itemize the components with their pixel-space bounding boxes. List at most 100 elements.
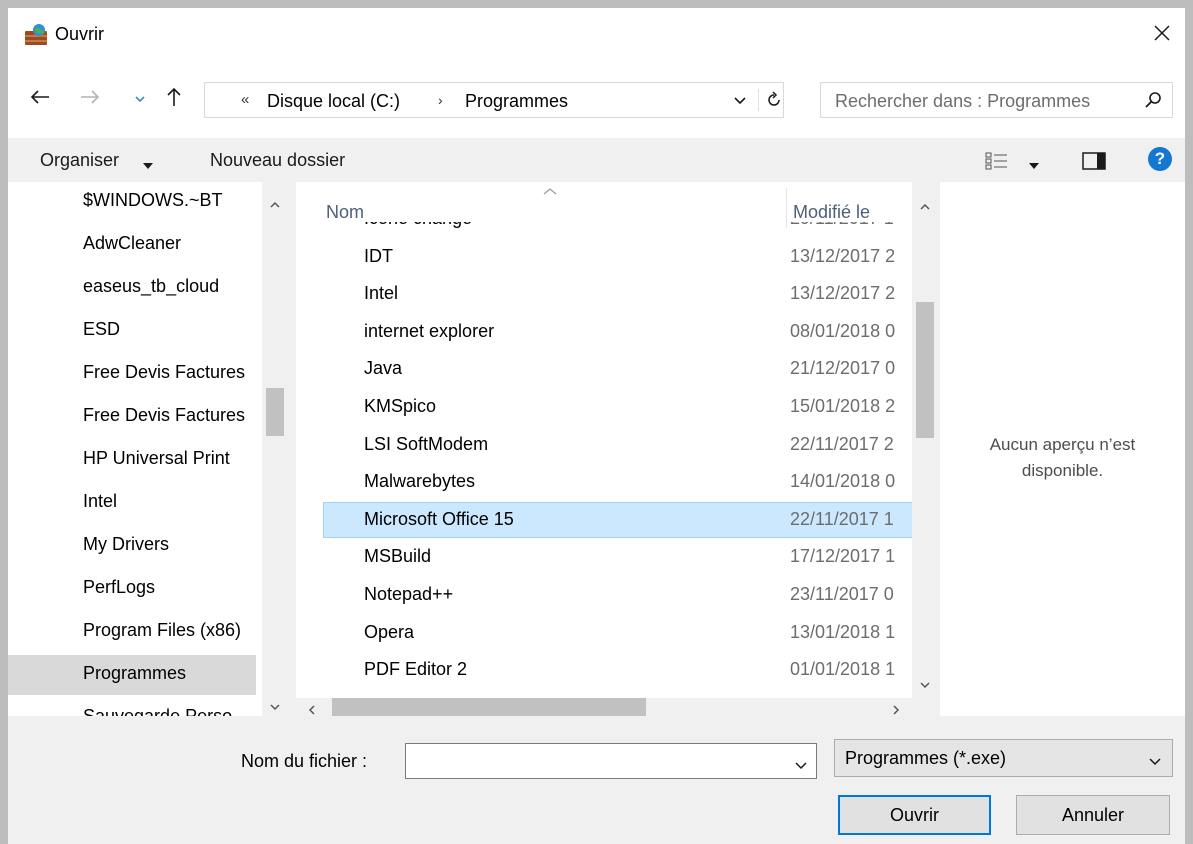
file-name-input[interactable] (405, 743, 817, 779)
recent-dropdown-icon (135, 90, 145, 108)
organise-button[interactable]: Organiser (40, 150, 119, 171)
chevron-down-icon[interactable] (733, 93, 747, 111)
forward-button[interactable] (76, 84, 104, 114)
address-bar[interactable]: « Disque local (C:) › Programmes (204, 82, 784, 118)
navigation-scrollbar[interactable] (262, 182, 288, 716)
file-name: Microsoft Office 15 (364, 508, 514, 529)
breadcrumb-separator[interactable]: › (438, 92, 443, 108)
navigation-scrollbar-thumb[interactable] (266, 388, 284, 436)
file-modified-date: 21/12/2017 0 (790, 358, 896, 379)
nav-item[interactable]: $WINDOWS.~BT (8, 182, 256, 222)
chevron-down-icon[interactable] (794, 758, 808, 776)
refresh-icon[interactable] (765, 91, 783, 114)
title-bar: Ouvrir (8, 8, 1185, 62)
file-list-horizontal-scrollbar-thumb[interactable] (332, 698, 646, 716)
open-file-dialog: Ouvrir « Disque local (C:) › Programmes … (8, 8, 1185, 844)
sort-ascending-icon (542, 182, 558, 200)
file-row[interactable]: IDT 13/12/2017 2 (323, 239, 912, 275)
file-row[interactable]: Icone change 29/11/2017 1 (323, 222, 912, 237)
nav-item[interactable]: Programmes (8, 655, 256, 695)
nav-item[interactable]: AdwCleaner (8, 225, 256, 265)
nav-item[interactable]: HP Universal Print (8, 440, 256, 480)
scroll-up-icon[interactable] (270, 196, 280, 214)
file-row[interactable]: PDF Editor 2 01/01/2018 1 (323, 652, 912, 688)
view-caret-icon[interactable] (1028, 157, 1040, 175)
help-icon[interactable]: ? (1148, 147, 1172, 171)
nav-item[interactable]: Free Devis Factures (8, 397, 256, 437)
file-modified-date: 14/01/2018 0 (790, 471, 896, 492)
file-modified-date: 29/11/2017 1 (790, 222, 908, 229)
file-row[interactable]: Java 21/12/2017 0 (323, 351, 912, 387)
column-header-name[interactable]: Nom (326, 202, 364, 223)
close-button[interactable] (1139, 8, 1185, 62)
file-row[interactable]: Intel 13/12/2017 2 (323, 276, 912, 312)
search-box[interactable]: Rechercher dans : Programmes (820, 82, 1173, 118)
navigation-pane[interactable]: $WINDOWS.~BT AdwCleaner easeus_tb_cloud ESD… (8, 182, 288, 716)
nav-item[interactable]: ESD (8, 311, 256, 351)
file-name: Java (364, 358, 403, 379)
organise-caret-icon[interactable] (142, 157, 154, 175)
file-row[interactable]: Notepad++ 23/11/2017 0 (323, 577, 912, 613)
nav-item[interactable]: PerfLogs (8, 569, 256, 609)
file-name: internet explorer (364, 320, 495, 341)
preview-pane: Aucun aperçu n’est disponible. (940, 182, 1185, 716)
preview-pane-icon[interactable] (1082, 152, 1106, 175)
file-row[interactable]: Opera 13/01/2018 1 (323, 615, 912, 651)
scroll-up-icon[interactable] (920, 198, 930, 216)
address-divider (758, 89, 759, 111)
nav-item[interactable]: Free Devis Factures (8, 354, 256, 394)
scroll-down-icon[interactable] (920, 676, 930, 694)
new-folder-button[interactable]: Nouveau dossier (210, 150, 345, 171)
file-name: Notepad++ (364, 584, 454, 604)
file-list-pane[interactable]: Nom Modifié le Icone change29/11/2017 1 I… (296, 182, 938, 716)
nav-item[interactable]: My Drivers (8, 526, 256, 566)
file-row[interactable]: LSI SoftModem 22/11/2017 2 (323, 427, 912, 463)
address-overflow[interactable]: « (241, 91, 249, 108)
up-arrow-icon (166, 87, 182, 112)
scroll-down-icon[interactable] (270, 698, 280, 716)
file-list-horizontal-scrollbar[interactable] (296, 698, 912, 716)
file-modified-date: 17/12/2017 1 (790, 546, 896, 567)
file-modified-date: 23/11/2017 0 (790, 584, 894, 604)
back-button[interactable] (26, 84, 54, 114)
breadcrumb-programmes[interactable]: Programmes (465, 91, 568, 112)
file-type-select[interactable]: Programmes (*.exe) (834, 739, 1173, 777)
nav-item[interactable]: Program Files (x86) (8, 612, 256, 652)
nav-item[interactable]: Sauvegarde Perso (8, 698, 256, 716)
file-row[interactable]: Microsoft Office 15 22/11/2017 1 (323, 501, 912, 538)
file-name: IDT (364, 245, 393, 266)
nav-item[interactable]: Intel (8, 483, 256, 523)
file-modified-date: 22/11/2017 1 (790, 508, 894, 529)
nav-item[interactable]: easeus_tb_cloud (8, 268, 256, 308)
command-bar: Organiser Nouveau dossier ? (8, 138, 1185, 182)
file-name: Malwarebytes (364, 471, 476, 492)
file-row[interactable]: Malwarebytes 14/01/2018 0 (323, 464, 912, 500)
file-list-vertical-scrollbar[interactable] (912, 182, 938, 698)
file-name: PDF Editor 2 (364, 659, 468, 680)
back-arrow-icon (30, 89, 50, 110)
folder-globe-icon (24, 23, 48, 47)
file-name: LSI SoftModem (364, 433, 489, 454)
open-button[interactable]: Ouvrir (838, 795, 991, 835)
file-row[interactable]: internet explorer 08/01/2018 0 (323, 314, 912, 350)
file-modified-date: 15/01/2018 2 (790, 396, 896, 416)
file-modified-date: 13/12/2017 2 (790, 245, 896, 266)
file-row[interactable]: KMSpico 15/01/2018 2 (323, 389, 912, 425)
cancel-button[interactable]: Annuler (1016, 795, 1170, 835)
breadcrumb-disque-local[interactable]: Disque local (C:) (267, 91, 400, 112)
chevron-down-icon[interactable] (1148, 754, 1162, 772)
file-modified-date: 01/01/2018 1 (790, 659, 896, 680)
preview-message: Aucun aperçu n’est disponible. (940, 432, 1185, 484)
file-list[interactable]: Icone change29/11/2017 1IDT13/12/2017 2I… (296, 222, 912, 698)
file-modified-date: 13/12/2017 2 (790, 283, 896, 304)
view-options-icon[interactable] (985, 152, 1009, 175)
scroll-left-icon[interactable] (308, 702, 316, 716)
file-list-vertical-scrollbar-thumb[interactable] (916, 302, 934, 438)
file-row[interactable]: MSBuild 17/12/2017 1 (323, 539, 912, 575)
file-name: MSBuild (364, 546, 432, 567)
column-header-modified[interactable]: Modifié le (793, 202, 870, 223)
scroll-right-icon[interactable] (892, 702, 900, 716)
up-button[interactable] (160, 84, 188, 114)
search-icon[interactable] (1144, 91, 1162, 114)
recent-locations-button[interactable] (132, 84, 148, 114)
